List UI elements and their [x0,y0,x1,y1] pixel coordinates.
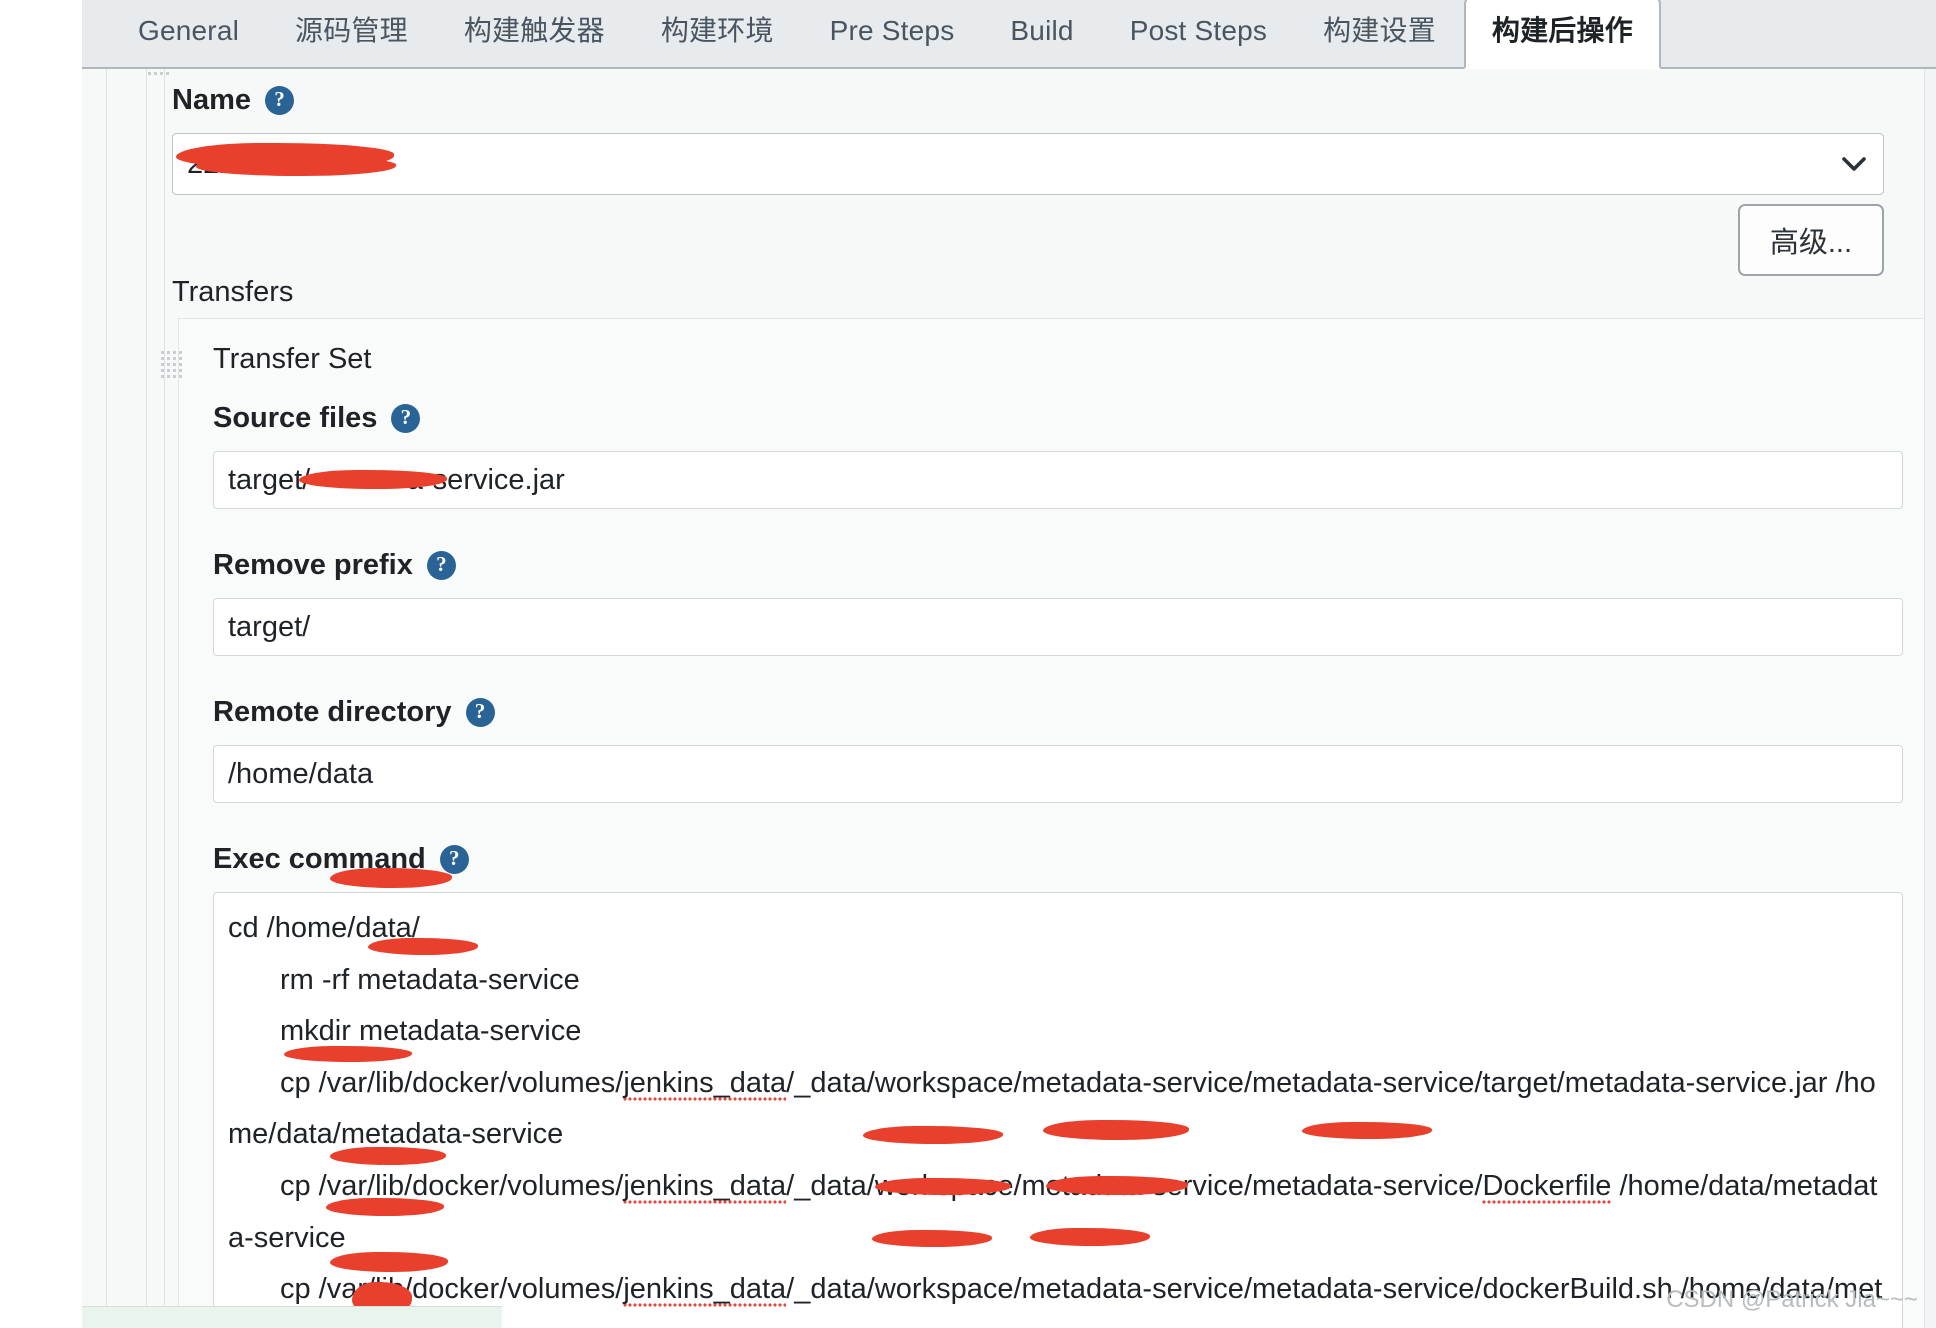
remove-prefix-input-wrap [213,598,1903,656]
source-files-label: Source files [213,404,377,433]
source-files-input[interactable] [213,451,1903,509]
name-select[interactable]: 222 [172,133,1884,195]
exec-command-label: Exec command [213,845,426,874]
csdn-watermark: CSDN @Patrick Jia~~~ [1666,1286,1918,1314]
advanced-button-row: 高级... [172,204,1884,276]
name-label-row: Name ? [172,86,294,115]
nesting-rail-inner [164,69,165,1328]
remove-prefix-input[interactable] [213,598,1903,656]
vertical-scrollbar[interactable] [1924,69,1936,1328]
transfer-set-panel: Transfer Set Source files ? Remove prefi… [178,318,1936,1328]
tab-post-build-actions[interactable]: 构建后操作 [1464,0,1661,69]
bottom-overlay-bar [82,1306,502,1328]
tab-source-control[interactable]: 源码管理 [267,17,436,67]
tab-build-settings[interactable]: 构建设置 [1295,17,1464,67]
name-label: Name [172,86,251,115]
left-gutter [0,0,82,1328]
tab-build-environment[interactable]: 构建环境 [633,17,802,67]
transfer-set-drag-handle[interactable] [161,351,182,378]
screenshot-root: General 源码管理 构建触发器 构建环境 Pre Steps Build … [0,0,1936,1328]
source-files-label-row: Source files ? [213,404,1936,433]
remote-directory-input-wrap [213,745,1903,803]
help-icon[interactable]: ? [427,551,456,580]
source-files-input-wrap [213,451,1903,509]
help-icon[interactable]: ? [440,845,469,874]
transfers-label: Transfers [172,278,293,307]
nesting-rail-outer [106,69,107,1328]
tab-build[interactable]: Build [982,17,1101,67]
tab-post-steps[interactable]: Post Steps [1102,17,1295,67]
help-icon[interactable]: ? [391,404,420,433]
remove-prefix-label: Remove prefix [213,551,413,580]
tab-pre-steps[interactable]: Pre Steps [802,17,983,67]
exec-command-textarea[interactable]: cd /home/data/rm -rf metadata-servicemkd… [213,892,1903,1328]
remote-directory-label: Remote directory [213,698,452,727]
transfer-set-label: Transfer Set [213,345,1936,374]
tab-build-triggers[interactable]: 构建触发器 [436,17,633,67]
remote-directory-input[interactable] [213,745,1903,803]
help-icon[interactable]: ? [265,86,294,115]
config-form-body: Name ? 222 高级... Transfers [82,69,1936,1328]
advanced-button[interactable]: 高级... [1738,204,1884,276]
exec-command-label-row: Exec command ? [213,845,1936,874]
remote-directory-label-row: Remote directory ? [213,698,1936,727]
name-select-wrap: 222 [172,133,1884,195]
help-icon[interactable]: ? [466,698,495,727]
nesting-rail-middle [146,69,147,1328]
exec-command-wrap: cd /home/data/rm -rf metadata-servicemkd… [213,892,1903,1328]
config-tabbar: General 源码管理 构建触发器 构建环境 Pre Steps Build … [82,0,1936,69]
remove-prefix-label-row: Remove prefix ? [213,551,1936,580]
tab-general[interactable]: General [110,17,267,67]
